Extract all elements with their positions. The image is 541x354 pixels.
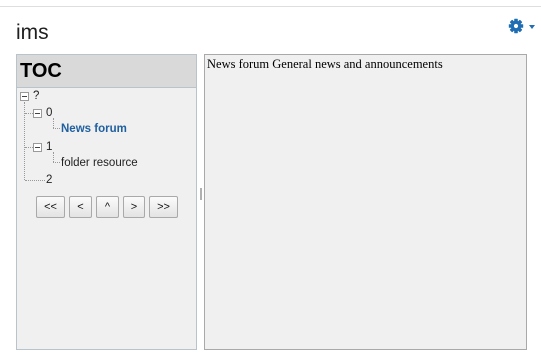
tree-guide-line [53, 152, 54, 162]
content-panel: News forum General news and announcement… [204, 54, 527, 350]
toc-item-folder-resource[interactable]: folder resource [61, 157, 138, 170]
collapse-root-toggle[interactable] [20, 92, 29, 101]
toc-node-2[interactable]: 2 [46, 174, 52, 187]
collapse-node-0-toggle[interactable] [33, 109, 42, 118]
collapse-node-1-toggle[interactable] [33, 143, 42, 152]
panel-resize-handle[interactable] [200, 188, 202, 200]
toc-header: TOC [17, 55, 196, 88]
toc-node-1[interactable]: 1 [46, 141, 52, 154]
up-button[interactable]: ^ [96, 196, 119, 218]
toc-node-0[interactable]: 0 [46, 107, 52, 120]
toc-node-root[interactable]: ? [33, 90, 39, 103]
tree-branch-line [53, 128, 60, 129]
tree-branch-line [25, 180, 45, 181]
previous-page-button[interactable]: < [69, 196, 92, 218]
first-page-button[interactable]: << [36, 196, 65, 218]
top-divider [0, 6, 541, 7]
tree-branch-line [25, 147, 33, 148]
toc-item-news-forum[interactable]: News forum [61, 123, 127, 136]
tree-branch-line [25, 113, 33, 114]
toc-tree: ? 0 News forum 1 folder resource 2 [17, 88, 197, 188]
settings-menu-button[interactable] [507, 16, 541, 38]
caret-down-icon [529, 25, 535, 29]
content-text: News forum General news and announcement… [207, 57, 443, 71]
next-page-button[interactable]: > [123, 196, 145, 218]
tree-branch-line [53, 162, 60, 163]
gear-icon [508, 18, 535, 34]
page-title: ims [16, 21, 49, 44]
tree-guide-line [53, 118, 54, 128]
last-page-button[interactable]: >> [149, 196, 178, 218]
